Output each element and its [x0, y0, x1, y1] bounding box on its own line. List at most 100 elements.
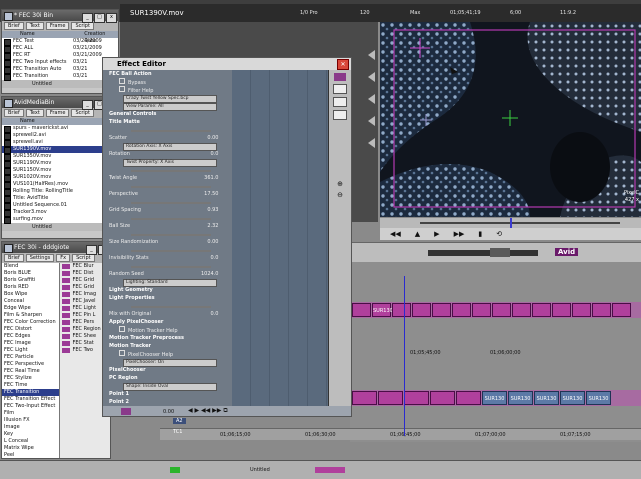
- fx-category-item[interactable]: FEC Image: [2, 340, 59, 347]
- timeline-clip[interactable]: [492, 303, 511, 317]
- effect-param-row[interactable]: PixelChooser: On: [103, 358, 232, 367]
- bin-row[interactable]: SUR1020V.mov: [2, 174, 118, 182]
- effect-parameter-list[interactable]: FEC Ball Action Bypass Filter Help Crazy Tw…: [103, 70, 233, 406]
- timeline-clip[interactable]: SUR130: [586, 391, 611, 405]
- bin-row[interactable]: FEC Two Input effects 03/21: [2, 59, 118, 67]
- fx-category-item[interactable]: FEC Transition Effect: [2, 396, 59, 403]
- avid-bin-titlebar[interactable]: AvidMediaBin _□x: [2, 97, 118, 110]
- timeline-clip[interactable]: [572, 303, 591, 317]
- fx-category-item[interactable]: Blend: [2, 263, 59, 270]
- effect-param-slider[interactable]: [131, 170, 211, 172]
- bin-row[interactable]: Title: AvidTitle: [2, 195, 118, 203]
- col-name-header[interactable]: Name: [2, 118, 35, 125]
- effect-param-value[interactable]: 0.00: [207, 238, 218, 246]
- effect-param-row[interactable]: Twist Angle 361.0: [103, 174, 232, 182]
- effect-param-row[interactable]: [103, 166, 232, 174]
- effect-param-value[interactable]: 1024.0: [201, 270, 219, 278]
- tab-script[interactable]: Script: [72, 254, 95, 262]
- effect-param-row[interactable]: [103, 126, 232, 134]
- fx-category-item[interactable]: Image: [2, 424, 59, 431]
- fec-bin-titlebar[interactable]: * FEC 30i Bin _ □ x: [2, 10, 118, 23]
- minimize-button[interactable]: _: [82, 13, 93, 23]
- fx-category-item[interactable]: FEC Real Time: [2, 368, 59, 375]
- timeline-clip[interactable]: [456, 391, 481, 405]
- effect-keyframe-area[interactable]: [232, 70, 329, 406]
- play-icon[interactable]: ▶: [434, 230, 439, 238]
- effect-param-row[interactable]: Motion Tracker: [103, 342, 232, 350]
- bin-row[interactable]: Rolling Title: RollingTitle: [2, 188, 118, 196]
- bin-row[interactable]: spurs - maverickst.avi: [2, 125, 118, 133]
- effect-param-row[interactable]: Apply PixelChooser: [103, 318, 232, 326]
- fx-category-item[interactable]: FEC Distort: [2, 326, 59, 333]
- timeline-clip[interactable]: SUR130: [534, 391, 559, 405]
- effect-param-row[interactable]: [103, 214, 232, 222]
- maximize-button[interactable]: □: [94, 13, 105, 23]
- timeline-clip[interactable]: [392, 303, 411, 317]
- col-date-header[interactable]: Creation Date: [84, 31, 118, 44]
- bin-row[interactable]: SUR1350V.mov: [2, 153, 118, 161]
- effect-param-row[interactable]: Lighting: Standard: [103, 278, 232, 287]
- timeline-clip[interactable]: SUR130: [482, 391, 507, 405]
- fx-category-item[interactable]: Boris BLUE: [2, 270, 59, 277]
- timeline-clip[interactable]: SUR130: [508, 391, 533, 405]
- timeline-clip[interactable]: [512, 303, 531, 317]
- timeline-clip[interactable]: [532, 303, 551, 317]
- effect-param-row[interactable]: Motion Tracker Help: [103, 326, 232, 334]
- timeline-clip[interactable]: [552, 303, 571, 317]
- effect-param-row[interactable]: Title Matte: [103, 118, 232, 126]
- zoom-in-icon[interactable]: ⊕: [334, 180, 346, 188]
- arrow-icon[interactable]: [368, 50, 375, 60]
- mark-in-icon[interactable]: ▲: [415, 230, 420, 238]
- tab-settings[interactable]: Settings: [25, 254, 55, 262]
- effect-param-row[interactable]: General Controls: [103, 110, 232, 118]
- tab-text[interactable]: Text: [25, 22, 44, 30]
- fx-category-item[interactable]: FEC Stylize: [2, 375, 59, 382]
- timeline-clip[interactable]: [472, 303, 491, 317]
- clip-name[interactable]: SUR1390V.mov: [130, 9, 184, 17]
- effect-param-slider[interactable]: [131, 202, 211, 204]
- effect-param-row[interactable]: Point 2: [103, 398, 232, 406]
- effect-param-row[interactable]: Filter Help: [103, 86, 232, 94]
- record-monitor[interactable]: PixelC 427 x: [380, 22, 641, 217]
- effect-param-slider[interactable]: [131, 218, 211, 220]
- timeline-clip[interactable]: [432, 303, 451, 317]
- arrow-icon[interactable]: [368, 94, 375, 104]
- track-a2-label[interactable]: A2: [173, 418, 186, 424]
- effect-param-row[interactable]: [103, 182, 232, 190]
- effect-param-row[interactable]: [103, 230, 232, 238]
- bin-row[interactable]: FEC RT 03/21/2009: [2, 52, 118, 60]
- tab-text[interactable]: Text: [25, 109, 44, 117]
- effect-param-value[interactable]: 361.0: [204, 174, 218, 182]
- fx-category-item[interactable]: L Conceal: [2, 438, 59, 445]
- effect-param-value[interactable]: 17.50: [204, 190, 218, 198]
- bin-row[interactable]: SUR1150V.mov: [2, 167, 118, 175]
- fx-category-item[interactable]: FEC Two-Input Effect: [2, 403, 59, 410]
- bin-row[interactable]: sprewell.avi: [2, 139, 118, 147]
- effect-param-row[interactable]: Light Geometry: [103, 286, 232, 294]
- effect-param-row[interactable]: PixelChooser: [103, 366, 232, 374]
- tab-brief[interactable]: Brief: [4, 109, 24, 117]
- effect-editor-window[interactable]: Effect Editor ✕ FEC Ball Action Bypass Fil…: [102, 57, 352, 417]
- position-indicator[interactable]: [510, 218, 512, 228]
- timeline-clip[interactable]: [430, 391, 455, 405]
- effect-param-row[interactable]: [103, 262, 232, 270]
- checkbox-icon[interactable]: [119, 350, 125, 356]
- minimize-button[interactable]: _: [86, 245, 97, 255]
- timeline-clip[interactable]: [352, 391, 377, 405]
- fx-category-item[interactable]: FEC Time: [2, 382, 59, 389]
- fx-category-item[interactable]: Conceal: [2, 298, 59, 305]
- fx-category-item[interactable]: Peel: [2, 452, 59, 458]
- timeline-zoom[interactable]: [490, 248, 510, 257]
- effect-param-row[interactable]: Scatter 0.00: [103, 134, 232, 142]
- timeline-clip[interactable]: SUR130: [560, 391, 585, 405]
- status-green-icon[interactable]: [170, 467, 180, 473]
- effect-param-row[interactable]: [103, 246, 232, 254]
- bin-row[interactable]: FEC Transition Auto 03/21: [2, 66, 118, 74]
- effect-param-row[interactable]: FEC Ball Action: [103, 70, 232, 78]
- fx-category-item[interactable]: Matrix Wipe: [2, 445, 59, 452]
- effect-param-row[interactable]: Ball Size 2.32: [103, 222, 232, 230]
- keyframe-button[interactable]: [121, 408, 131, 415]
- checkbox-icon[interactable]: [119, 86, 125, 92]
- checkbox-icon[interactable]: [119, 326, 125, 332]
- fx-category-item[interactable]: Edge Wipe: [2, 305, 59, 312]
